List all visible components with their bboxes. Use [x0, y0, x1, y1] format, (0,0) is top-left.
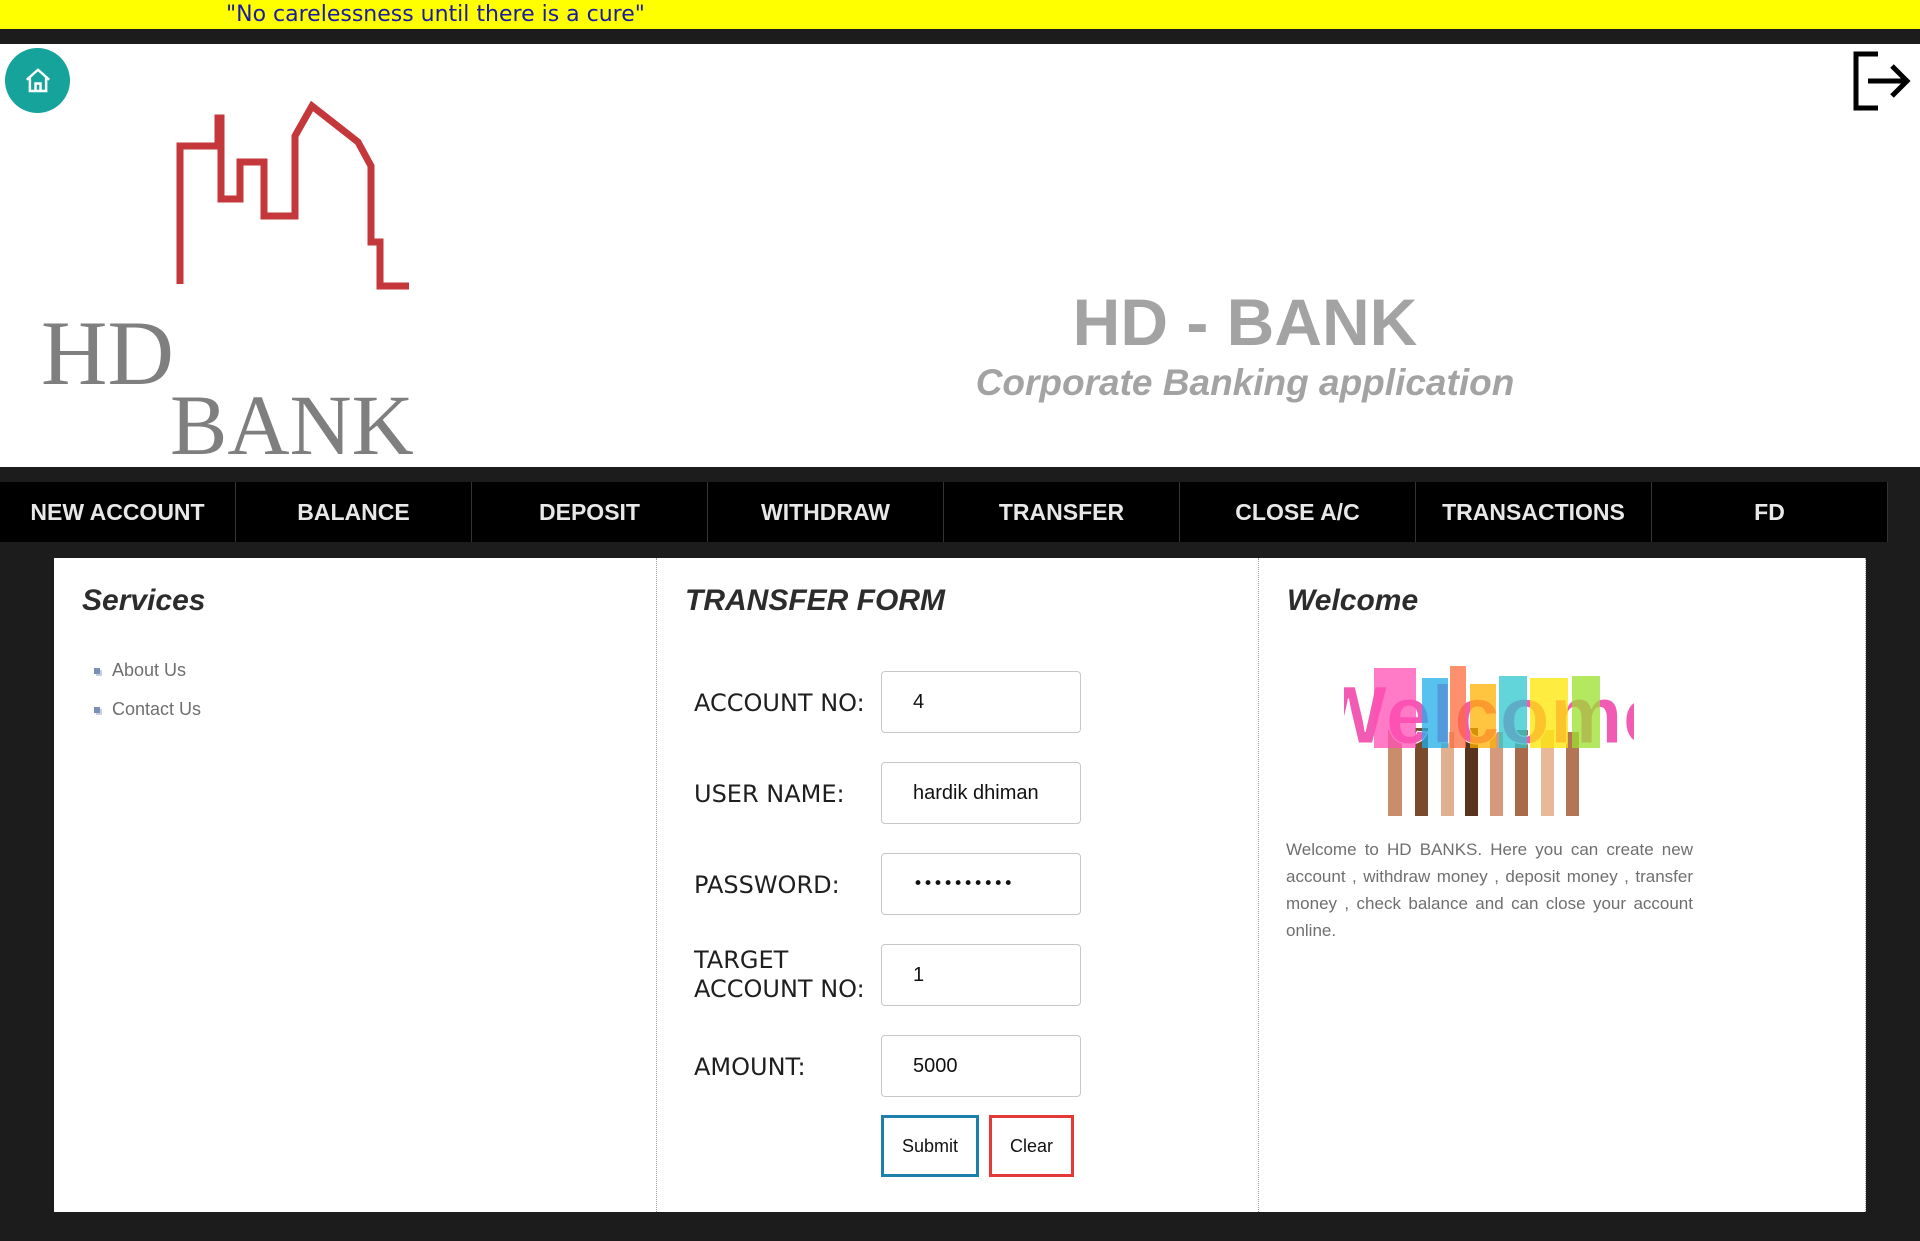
amount-row: AMOUNT: [694, 1035, 1254, 1097]
submit-button[interactable]: Submit [881, 1115, 979, 1177]
password-row: PASSWORD: [694, 853, 1254, 915]
service-link-about-us[interactable]: About Us [94, 651, 201, 690]
service-link-label: About Us [112, 660, 187, 680]
nav-withdraw[interactable]: WITHDRAW [708, 482, 944, 542]
page-title: HD - BANK [1072, 285, 1418, 359]
home-button[interactable] [5, 48, 70, 113]
target-account-label-line2: ACCOUNT NO: [694, 975, 865, 1003]
welcome-image: Welcome [1344, 666, 1634, 816]
marquee-text: "No carelessness until there is a cure" [226, 2, 645, 27]
target-account-row: TARGET ACCOUNT NO: [694, 944, 1254, 1006]
user-name-label: USER NAME: [694, 780, 845, 808]
services-list: About Us Contact Us [94, 651, 201, 729]
welcome-description: Welcome to HD BANKS. Here you can create… [1286, 840, 1693, 940]
top-divider [0, 29, 1920, 44]
marquee-banner: "No carelessness until there is a cure" [0, 0, 1920, 29]
bullet-icon [94, 667, 100, 674]
nav-transactions[interactable]: TRANSACTIONS [1416, 482, 1652, 542]
welcome-panel: Welcome Welcome Welcome to HD BANKS. Her… [1259, 558, 1866, 1212]
services-panel: Services About Us Contact Us [54, 558, 657, 1212]
service-link-contact-us[interactable]: Contact Us [94, 690, 201, 729]
nav-fd[interactable]: FD [1652, 482, 1888, 542]
nav-balance[interactable]: BALANCE [236, 482, 472, 542]
user-name-input[interactable] [881, 762, 1081, 824]
header: HD BANK HD - BANK Corporate Banking appl… [0, 44, 1920, 467]
service-link-label: Contact Us [112, 699, 202, 719]
account-no-row: ACCOUNT NO: [694, 671, 1254, 733]
password-input[interactable] [881, 853, 1081, 915]
main-content: Services About Us Contact Us TRANSFER FO… [54, 558, 1866, 1212]
services-title: Services [82, 584, 206, 617]
password-label: PASSWORD: [694, 871, 840, 899]
clear-button[interactable]: Clear [989, 1115, 1074, 1177]
account-no-input[interactable] [881, 671, 1081, 733]
user-name-row: USER NAME: [694, 762, 1254, 824]
nav-deposit[interactable]: DEPOSIT [472, 482, 708, 542]
home-icon [25, 68, 50, 92]
form-buttons: Submit Clear [881, 1115, 1081, 1177]
amount-label: AMOUNT: [694, 1053, 806, 1081]
logout-icon[interactable] [1852, 50, 1912, 112]
transfer-form-panel: TRANSFER FORM ACCOUNT NO: USER NAME: PAS… [657, 558, 1259, 1212]
nav-new-account[interactable]: NEW ACCOUNT [0, 482, 236, 542]
bullet-icon [94, 706, 100, 713]
transfer-form-title: TRANSFER FORM [685, 584, 945, 617]
target-account-label-line1: TARGET [694, 946, 789, 974]
account-no-label: ACCOUNT NO: [694, 689, 865, 717]
target-account-input[interactable] [881, 944, 1081, 1006]
amount-input[interactable] [881, 1035, 1081, 1097]
page-subtitle: Corporate Banking application [975, 362, 1515, 403]
nav-transfer[interactable]: TRANSFER [944, 482, 1180, 542]
navbar: NEW ACCOUNT BALANCE DEPOSIT WITHDRAW TRA… [0, 467, 1920, 560]
nav-close-account[interactable]: CLOSE A/C [1180, 482, 1416, 542]
welcome-title: Welcome [1287, 584, 1419, 617]
nav-menu: NEW ACCOUNT BALANCE DEPOSIT WITHDRAW TRA… [0, 482, 1888, 542]
